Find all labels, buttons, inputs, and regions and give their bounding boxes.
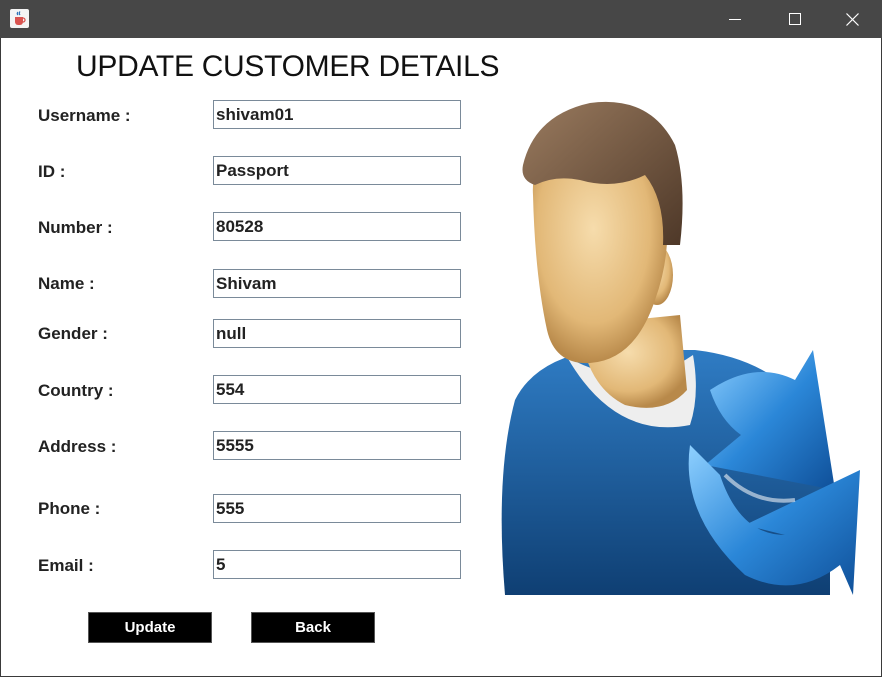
email-field-box	[213, 550, 461, 579]
update-button[interactable]: Update	[88, 612, 212, 643]
number-field-box	[213, 212, 461, 241]
maximize-button[interactable]	[765, 0, 824, 38]
phone-input[interactable]	[214, 495, 460, 522]
maximize-icon	[788, 13, 801, 25]
window-titlebar[interactable]	[0, 0, 882, 38]
close-icon	[846, 12, 859, 26]
id-input[interactable]	[214, 157, 460, 184]
minimize-button[interactable]	[705, 0, 764, 38]
username-input[interactable]	[214, 101, 460, 128]
country-label: Country :	[38, 381, 114, 400]
address-field-box	[213, 431, 461, 460]
page-title: UPDATE CUSTOMER DETAILS	[76, 50, 500, 83]
email-label: Email :	[38, 556, 94, 575]
java-cup-icon	[10, 9, 29, 28]
close-button[interactable]	[823, 0, 882, 38]
name-input[interactable]	[214, 270, 460, 297]
back-button[interactable]: Back	[251, 612, 375, 643]
country-input[interactable]	[214, 376, 460, 403]
address-label: Address :	[38, 437, 117, 456]
gender-label: Gender :	[38, 324, 108, 343]
name-label: Name :	[38, 274, 95, 293]
user-update-icon	[501, 101, 860, 595]
phone-label: Phone :	[38, 499, 101, 518]
minimize-icon	[728, 19, 741, 20]
email-input[interactable]	[214, 551, 460, 578]
phone-field-box	[213, 494, 461, 523]
gender-field-box	[213, 319, 461, 348]
address-input[interactable]	[214, 432, 460, 459]
country-field-box	[213, 375, 461, 404]
number-input[interactable]	[214, 213, 460, 240]
username-label: Username :	[38, 106, 131, 125]
name-field-box	[213, 269, 461, 298]
username-field-box	[213, 100, 461, 129]
gender-input[interactable]	[214, 320, 460, 347]
id-label: ID :	[38, 162, 66, 181]
id-field-box	[213, 156, 461, 185]
number-label: Number :	[38, 218, 113, 237]
